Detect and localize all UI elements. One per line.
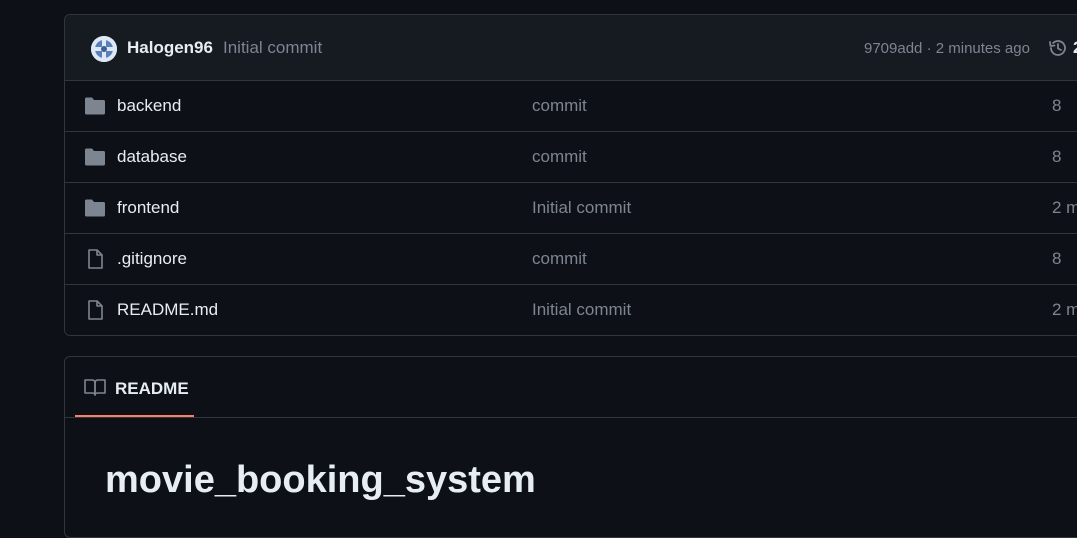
- file-icon: [88, 249, 103, 269]
- file-browser: Halogen96 Initial commit 9709add · 2 min…: [64, 14, 1077, 336]
- file-commit-age: 2 m: [1052, 198, 1077, 217]
- file-name-link[interactable]: backend: [117, 96, 181, 116]
- file-commit-age: 2 m: [1052, 300, 1077, 319]
- file-name-link[interactable]: .gitignore: [117, 249, 187, 269]
- commit-count[interactable]: 2: [1073, 38, 1077, 58]
- author-avatar[interactable]: [91, 36, 117, 62]
- file-commit-message[interactable]: commit: [532, 249, 587, 269]
- commit-message-link[interactable]: Initial commit: [223, 38, 322, 58]
- file-name-link[interactable]: database: [117, 147, 187, 167]
- commit-hash-and-time[interactable]: 9709add · 2 minutes ago: [864, 40, 1030, 57]
- file-commit-message[interactable]: commit: [532, 147, 587, 167]
- file-row-frontend[interactable]: frontend Initial commit 2 m: [65, 183, 1077, 234]
- file-name-link[interactable]: frontend: [117, 198, 179, 218]
- folder-icon: [85, 97, 105, 115]
- folder-icon: [85, 148, 105, 166]
- file-commit-age: 8: [1052, 96, 1062, 115]
- book-icon: [84, 379, 106, 396]
- commit-author-link[interactable]: Halogen96: [127, 38, 213, 58]
- readme-header: README: [65, 357, 1077, 418]
- file-icon: [88, 300, 103, 320]
- latest-commit-bar: Halogen96 Initial commit 9709add · 2 min…: [65, 15, 1077, 81]
- file-row-backend[interactable]: backend commit 8: [65, 81, 1077, 132]
- file-row-gitignore[interactable]: .gitignore commit 8: [65, 234, 1077, 285]
- readme-tab-label: README: [115, 379, 189, 398]
- history-icon[interactable]: [1047, 37, 1069, 59]
- file-row-database[interactable]: database commit 8: [65, 132, 1077, 183]
- file-commit-message[interactable]: Initial commit: [532, 300, 631, 320]
- folder-icon: [85, 199, 105, 217]
- file-name-link[interactable]: README.md: [117, 300, 218, 320]
- tab-readme[interactable]: README: [75, 357, 194, 417]
- file-commit-message[interactable]: commit: [532, 96, 587, 116]
- file-commit-age: 8: [1052, 249, 1062, 268]
- file-commit-age: 8: [1052, 147, 1062, 166]
- file-row-readme[interactable]: README.md Initial commit 2 m: [65, 285, 1077, 335]
- file-commit-message[interactable]: Initial commit: [532, 198, 631, 218]
- readme-panel: README movie_booking_system: [64, 356, 1077, 538]
